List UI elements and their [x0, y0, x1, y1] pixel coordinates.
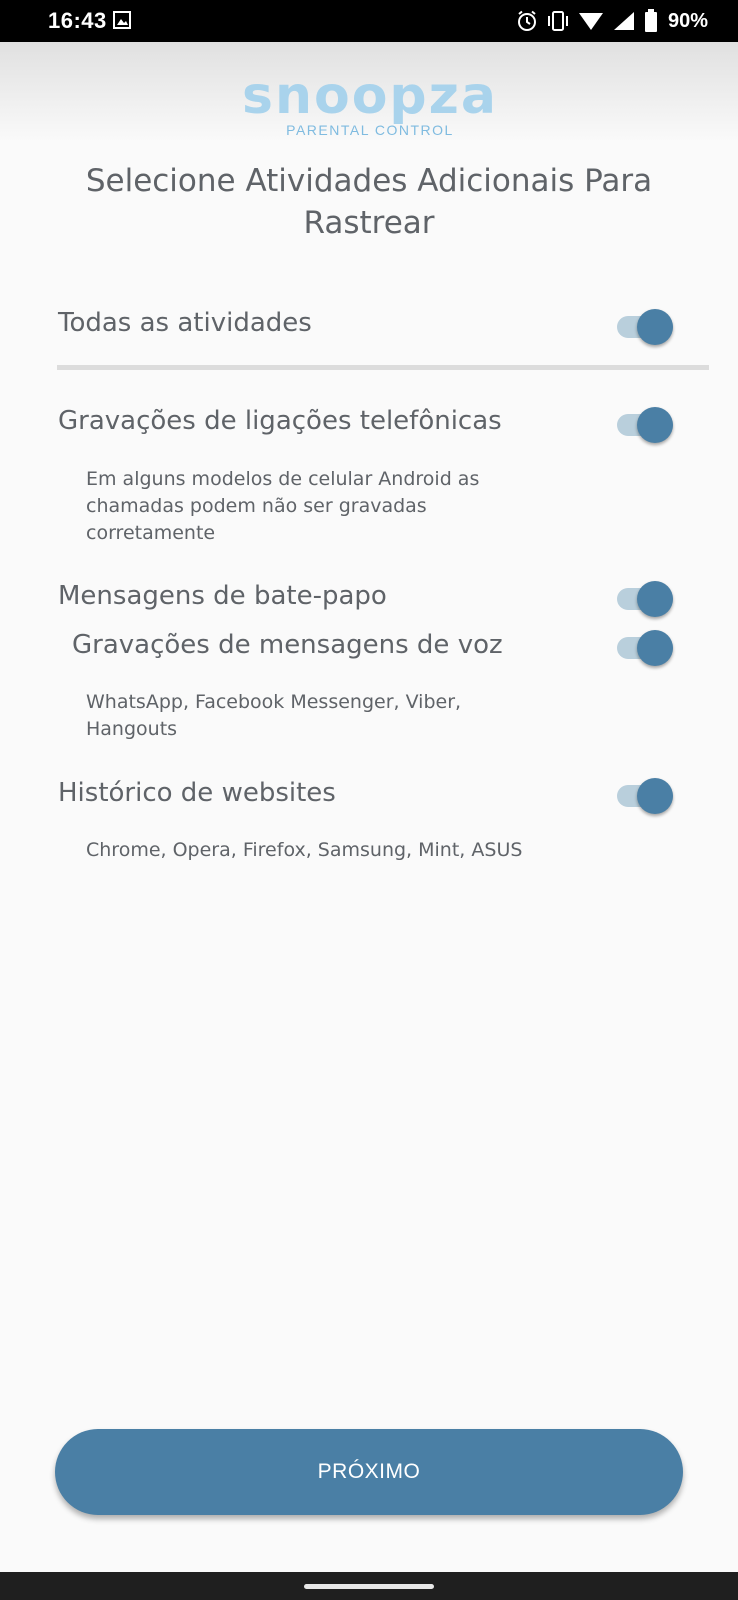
- status-time: 16:43: [48, 8, 107, 33]
- setting-call-recordings-toggle[interactable]: [617, 405, 677, 445]
- status-bar: 16:43 90%: [0, 0, 738, 42]
- toggle-knob: [637, 630, 673, 666]
- vibrate-icon: [547, 11, 568, 31]
- navigation-bar: [0, 1572, 738, 1600]
- setting-voice-messages-description: WhatsApp, Facebook Messenger, Viber, Han…: [86, 691, 462, 740]
- battery-level: 90%: [667, 9, 708, 32]
- setting-website-history-description: Chrome, Opera, Firefox, Samsung, Mint, A…: [86, 839, 523, 861]
- divider: [57, 365, 709, 370]
- page-title: Selecione Atividades Adicionais Para Ras…: [85, 163, 653, 241]
- status-icons: 90%: [516, 6, 708, 36]
- logo-tagline: PARENTAL CONTROL: [286, 122, 454, 138]
- toggle-knob: [637, 407, 673, 443]
- gallery-icon: [113, 11, 131, 29]
- wifi-icon: [578, 13, 603, 30]
- setting-voice-messages-toggle[interactable]: [617, 628, 677, 668]
- toggle-knob: [637, 309, 673, 345]
- setting-chat-messages-label: Mensagens de bate-papo: [58, 581, 387, 611]
- setting-all-activities-label: Todas as atividades: [58, 308, 312, 338]
- setting-all-activities-toggle[interactable]: [617, 307, 677, 347]
- setting-website-history-label: Histórico de websites: [58, 778, 336, 808]
- battery-icon: [644, 9, 657, 32]
- logo-wordmark: snoopza: [242, 66, 498, 126]
- toggle-knob: [637, 778, 673, 814]
- alarm-icon: [517, 10, 536, 31]
- setting-website-history-toggle[interactable]: [617, 776, 677, 816]
- setting-voice-messages-label: Gravações de mensagens de voz: [72, 630, 503, 660]
- toggle-knob: [637, 581, 673, 617]
- signal-icon: [613, 12, 634, 30]
- app-logo: snoopza PARENTAL CONTROL: [230, 68, 510, 140]
- home-gesture-handle[interactable]: [304, 1584, 434, 1589]
- setting-call-recordings-description: Em alguns modelos de celular Android as …: [86, 468, 480, 544]
- setting-chat-messages-toggle[interactable]: [617, 579, 677, 619]
- setting-call-recordings-label: Gravações de ligações telefônicas: [58, 406, 502, 436]
- next-button[interactable]: PRÓXIMO: [55, 1429, 683, 1515]
